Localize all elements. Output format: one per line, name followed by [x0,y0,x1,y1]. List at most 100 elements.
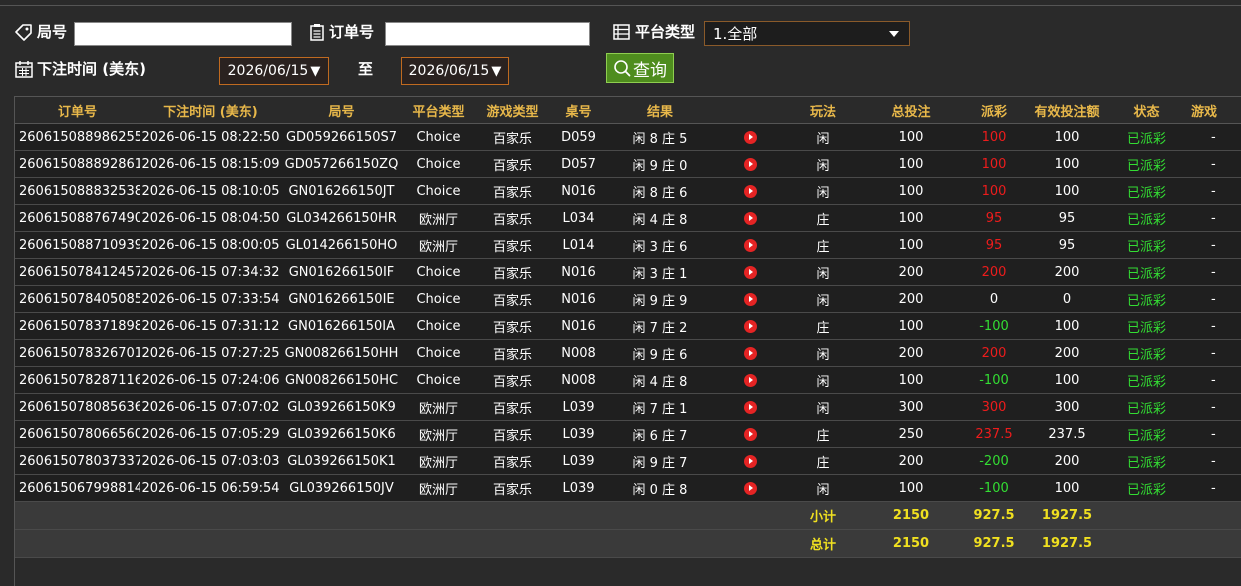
date-to-picker[interactable]: 2026/06/15 ▼ [401,57,509,85]
cell-payout: 200 [964,258,1024,286]
play-icon[interactable] [744,292,757,306]
table-row[interactable]: 260615078066560 2026-06-15 07:05:29 GL0392… [15,420,1241,448]
round-label: 局号 [14,21,67,42]
total-total-bet: 2150 [858,529,964,558]
table-row[interactable]: 260615088892861 2026-06-15 08:15:09 GD0572… [15,150,1241,178]
cell-status: 已派彩 [1110,312,1183,340]
cell-round: GN016266150IF [281,258,402,286]
query-button[interactable]: 查询 [606,53,674,83]
caret-down-icon: ▼ [310,63,321,79]
cell-total-bet: 200 [858,447,964,475]
play-icon[interactable] [744,400,757,414]
table-row[interactable]: 260615088767490 2026-06-15 08:04:50 GL0342… [15,204,1241,232]
col-header-payout[interactable]: 派彩 [964,97,1024,124]
cell-replay [713,285,788,313]
round-input[interactable] [74,22,292,46]
cell-table-no: L014 [550,231,607,259]
table-row[interactable]: 260615078287116 2026-06-15 07:24:06 GN0082… [15,366,1241,394]
col-header-game[interactable]: 游戏 [1183,97,1241,124]
cell-game-type: 百家乐 [475,366,550,394]
cell-total-bet: 250 [858,420,964,448]
cell-status: 已派彩 [1110,204,1183,232]
cell-game: - [1183,150,1241,178]
table-row[interactable]: 260615078037337 2026-06-15 07:03:03 GL0392… [15,447,1241,475]
table-row[interactable]: 260615078326701 2026-06-15 07:27:25 GN0082… [15,339,1241,367]
play-icon[interactable] [744,454,757,468]
cell-table-no: N016 [550,285,607,313]
play-icon[interactable] [744,157,757,171]
play-icon[interactable] [744,211,757,225]
col-header-valid-bet[interactable]: 有效投注额 [1024,97,1110,124]
tag-icon [15,23,32,41]
cell-replay [713,204,788,232]
play-icon[interactable] [744,373,757,387]
table-row[interactable]: 260615078085636 2026-06-15 07:07:02 GL0392… [15,393,1241,421]
play-icon[interactable] [744,427,757,441]
col-header-platform[interactable]: 平台类型 [402,97,475,124]
play-icon[interactable] [744,346,757,360]
col-header-game-type[interactable]: 游戏类型 [475,97,550,124]
cell-status: 已派彩 [1110,366,1183,394]
col-header-round[interactable]: 局号 [281,97,402,124]
col-header-play[interactable]: 玩法 [788,97,858,124]
cell-valid-bet: 100 [1024,150,1110,178]
order-input[interactable] [385,22,590,46]
col-header-table-no[interactable]: 桌号 [550,97,607,124]
play-icon[interactable] [744,265,757,279]
table-row[interactable]: 260615078412457 2026-06-15 07:34:32 GN0162… [15,258,1241,286]
table-body: 260615088986255 2026-06-15 08:22:50 GD0592… [15,123,1241,558]
table-row[interactable]: 260615078371898 2026-06-15 07:31:12 GN0162… [15,312,1241,340]
table-row[interactable]: 260615088832538 2026-06-15 08:10:05 GN0162… [15,177,1241,205]
cell-platform: 欧洲厅 [402,393,475,421]
play-icon[interactable] [744,481,757,495]
col-header-result[interactable]: 结果 [607,97,713,124]
cell-game: - [1183,123,1241,151]
cell-bet-time: 2026-06-15 08:22:50 [140,123,281,151]
cell-table-no: L039 [550,393,607,421]
table-row[interactable]: 260615078405085 2026-06-15 07:33:54 GN0162… [15,285,1241,313]
table-row[interactable]: 260615088986255 2026-06-15 08:22:50 GD0592… [15,123,1241,151]
cell-total-bet: 200 [858,339,964,367]
cell-bet-time: 2026-06-15 08:00:05 [140,231,281,259]
date-from-picker[interactable]: 2026/06/15 ▼ [219,57,329,85]
play-icon[interactable] [744,184,757,198]
clipboard-icon [310,23,324,41]
cell-replay [713,177,788,205]
col-header-status[interactable]: 状态 [1110,97,1183,124]
col-header-bet-time[interactable]: 下注时间 (美东) [140,97,281,124]
cell-status: 已派彩 [1110,393,1183,421]
cell-order: 260615088986255 [15,123,140,151]
play-icon[interactable] [744,238,757,252]
cell-table-no: D057 [550,150,607,178]
cell-total-bet: 300 [858,393,964,421]
cell-play: 闲 [788,258,858,286]
cell-valid-bet: 200 [1024,447,1110,475]
col-header-total-bet[interactable]: 总投注 [858,97,964,124]
play-icon[interactable] [744,319,757,333]
total-payout: 927.5 [964,529,1024,558]
total-tail [1110,529,1241,558]
filter-bar: 局号 订单号 平台类型 1.全部 下注时间 (美东) 2026/06/15 ▼ … [0,0,1241,92]
platform-select[interactable]: 1.全部 [704,21,910,46]
cell-valid-bet: 300 [1024,393,1110,421]
total-label: 总计 [788,529,858,558]
cell-platform: Choice [402,312,475,340]
caret-down-icon: ▼ [491,63,502,79]
col-header-order[interactable]: 订单号 [15,97,140,124]
subtotal-spacer [15,501,788,530]
play-icon[interactable] [744,130,757,144]
cell-round: GL039266150K9 [281,393,402,421]
cell-play: 闲 [788,177,858,205]
cell-status: 已派彩 [1110,177,1183,205]
cell-replay [713,474,788,502]
cell-game: - [1183,420,1241,448]
table-header-row: 订单号 下注时间 (美东) 局号 平台类型 游戏类型 桌号 结果 玩法 总投注 … [15,97,1241,124]
cell-payout: 300 [964,393,1024,421]
cell-total-bet: 100 [858,474,964,502]
subtotal-payout: 927.5 [964,501,1024,530]
cell-result: 闲 9 庄 7 [607,447,713,475]
table-row[interactable]: 260615067998814 2026-06-15 06:59:54 GL0392… [15,474,1241,502]
cell-status: 已派彩 [1110,447,1183,475]
cell-bet-time: 2026-06-15 07:05:29 [140,420,281,448]
table-row[interactable]: 260615088710939 2026-06-15 08:00:05 GL0142… [15,231,1241,259]
